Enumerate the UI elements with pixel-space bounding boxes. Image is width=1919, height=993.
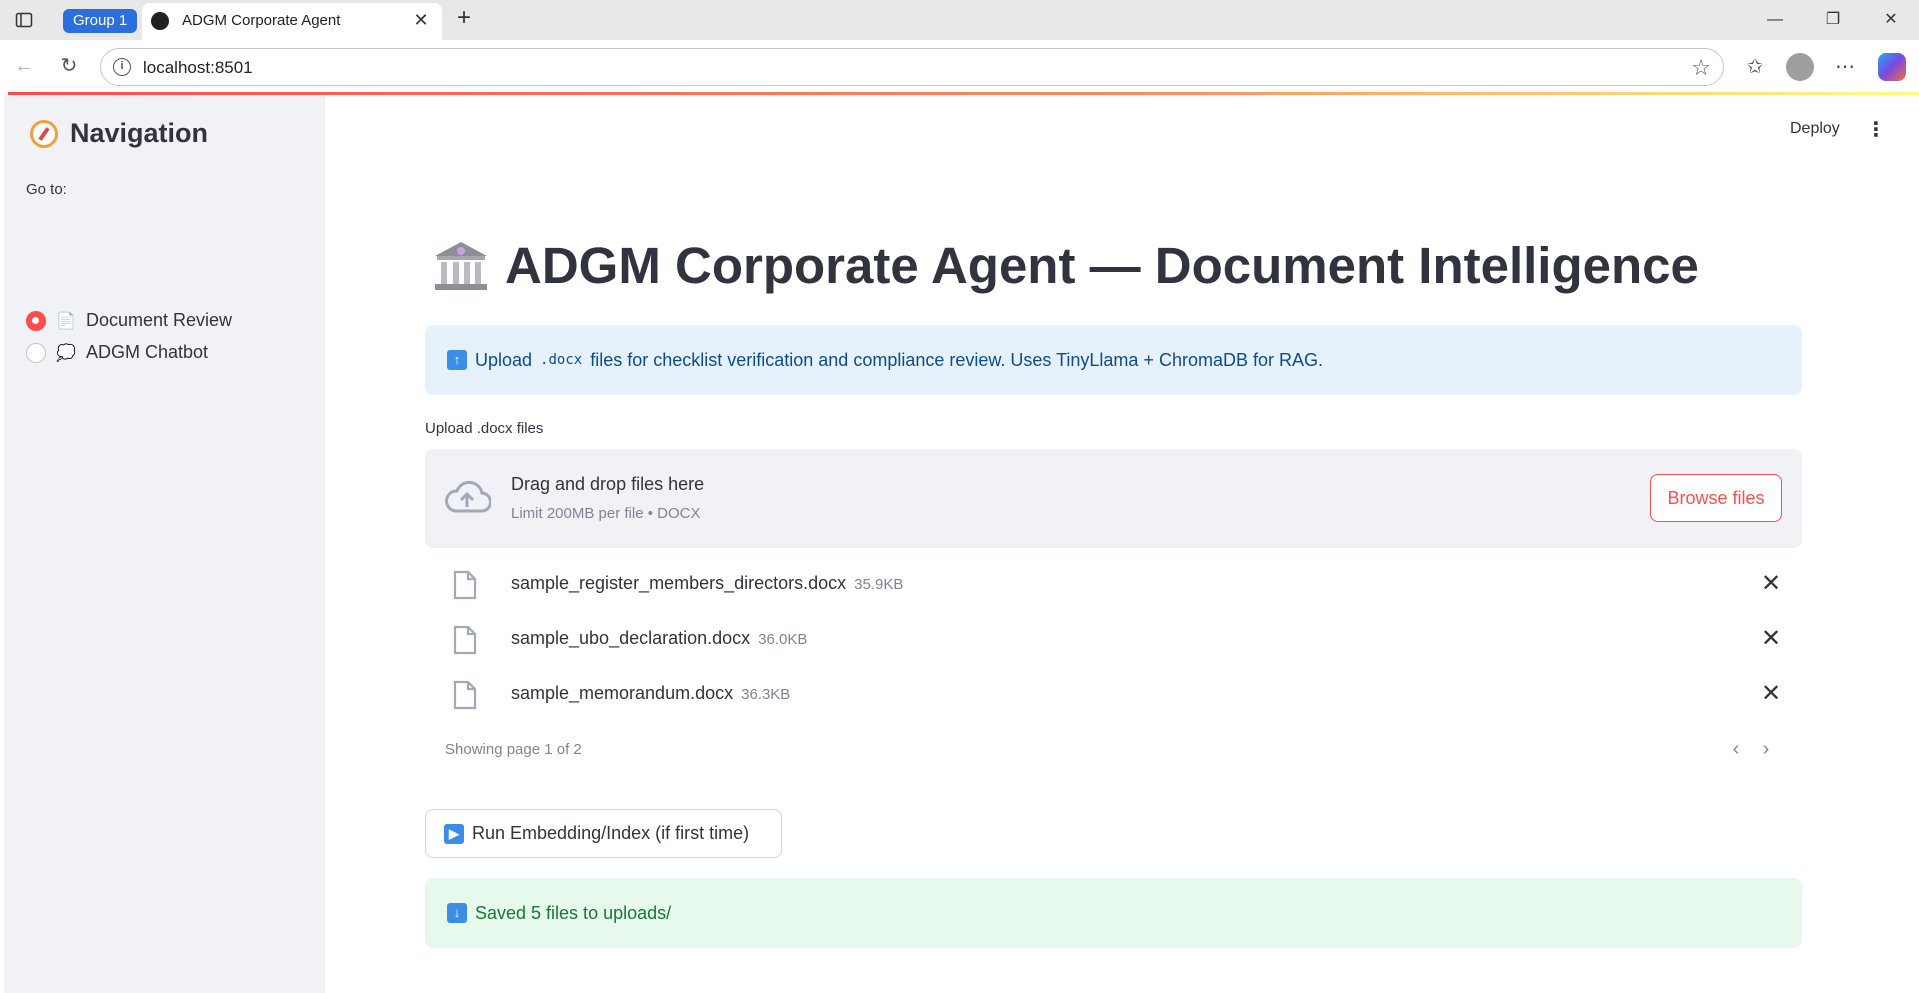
sidebar-title: Navigation xyxy=(30,118,208,149)
pagination-text: Showing page 1 of 2 xyxy=(445,741,582,758)
success-text: Saved 5 files to uploads/ xyxy=(475,902,672,923)
site-info-icon[interactable]: i xyxy=(113,58,131,76)
main-menu-icon[interactable]: ⋮ xyxy=(1866,118,1886,142)
radio-button[interactable] xyxy=(26,342,46,363)
remove-file-icon[interactable]: ✕ xyxy=(1758,681,1784,707)
radio-option-label[interactable]: Document Review xyxy=(86,310,232,331)
browse-files-button[interactable]: Browse files xyxy=(1650,474,1782,522)
remove-file-icon[interactable]: ✕ xyxy=(1758,626,1784,652)
arrow-up-icon: ↑ xyxy=(447,350,467,370)
uploaded-file-row: sample_memorandum.docx 36.3KB ✕ xyxy=(425,675,1802,715)
play-icon: ▶ xyxy=(444,823,464,844)
profile-avatar[interactable] xyxy=(1786,53,1814,81)
info-code: .docx xyxy=(540,352,583,368)
back-icon[interactable]: ← xyxy=(10,52,38,80)
info-suffix: files for checklist verification and com… xyxy=(590,349,1323,370)
sidebar xyxy=(4,95,325,993)
radio-group-label: Go to: xyxy=(26,181,67,198)
radio-button-selected[interactable] xyxy=(26,310,46,331)
file-icon xyxy=(453,680,477,710)
info-alert: ↑ Upload .docx files for checklist verif… xyxy=(425,325,1802,395)
page-title-text: ADGM Corporate Agent — Document Intellig… xyxy=(505,237,1699,294)
sidebar-title-text: Navigation xyxy=(70,118,209,148)
info-prefix: Upload xyxy=(475,349,533,370)
file-icon xyxy=(453,570,477,600)
file-name: sample_register_members_directors.docx xyxy=(511,573,847,593)
radio-option-adgm-chatbot[interactable]: 💭 ADGM Chatbot xyxy=(26,342,208,363)
file-name: sample_ubo_declaration.docx xyxy=(511,628,751,648)
arrow-down-icon: ↓ xyxy=(447,903,467,923)
tab-group-chip[interactable]: Group 1 xyxy=(63,9,138,33)
file-size: 35.9KB xyxy=(854,576,904,593)
more-options-icon[interactable]: ⋯ xyxy=(1832,54,1858,80)
browser-toolbar: ← ↻ i localhost:8501 ☆ ✩ ⋯ xyxy=(0,40,1919,94)
url-text[interactable]: localhost:8501 xyxy=(143,58,253,78)
new-tab-icon[interactable]: + xyxy=(451,6,477,32)
next-page-icon[interactable]: › xyxy=(1755,737,1777,761)
radio-option-label[interactable]: ADGM Chatbot xyxy=(86,342,208,363)
compass-icon xyxy=(30,119,58,148)
uploader-label: Upload .docx files xyxy=(425,420,544,437)
page-title: ADGM Corporate Agent — Document Intellig… xyxy=(433,236,1699,295)
dropzone-limit: Limit 200MB per file • DOCX xyxy=(511,505,701,522)
radio-option-document-review[interactable]: 📄 Document Review xyxy=(26,310,232,331)
file-name: sample_memorandum.docx xyxy=(511,683,734,703)
success-alert: ↓ Saved 5 files to uploads/ xyxy=(425,878,1802,948)
restore-icon[interactable]: ❐ xyxy=(1820,8,1846,32)
close-tab-icon[interactable]: ✕ xyxy=(410,9,432,31)
browser-tab-active[interactable]: ADGM Corporate Agent ✕ xyxy=(142,3,442,40)
remove-file-icon[interactable]: ✕ xyxy=(1758,571,1784,597)
file-size: 36.3KB xyxy=(741,686,791,703)
page-facing-up-icon: 📄 xyxy=(56,312,76,330)
uploaded-file-row: sample_register_members_directors.docx 35… xyxy=(425,565,1802,605)
tab-title: ADGM Corporate Agent xyxy=(182,12,341,29)
deploy-button[interactable]: Deploy xyxy=(1790,120,1840,138)
cloud-upload-icon xyxy=(445,480,491,513)
favorites-icon[interactable]: ✩ xyxy=(1742,54,1768,80)
speech-bubble-icon: 💭 xyxy=(56,344,76,362)
reload-icon[interactable]: ↻ xyxy=(55,52,83,80)
previous-page-icon[interactable]: ‹ xyxy=(1725,737,1747,761)
dropzone-title: Drag and drop files here xyxy=(511,474,705,494)
address-bar[interactable]: i localhost:8501 ☆ xyxy=(100,48,1724,86)
file-icon xyxy=(453,625,477,655)
tab-actions-icon[interactable] xyxy=(12,8,36,32)
minimize-icon[interactable]: — xyxy=(1762,8,1788,32)
uploaded-file-row: sample_ubo_declaration.docx 36.0KB ✕ xyxy=(425,620,1802,660)
close-window-icon[interactable]: ✕ xyxy=(1878,8,1904,32)
copilot-icon[interactable] xyxy=(1878,53,1906,81)
browser-tab-bar: Group 1 ADGM Corporate Agent ✕ + — ❐ ✕ xyxy=(0,0,1919,40)
bookmark-star-icon[interactable]: ☆ xyxy=(1691,55,1711,81)
file-dropzone[interactable]: Drag and drop files here Limit 200MB per… xyxy=(425,449,1802,548)
run-embedding-button[interactable]: ▶ Run Embedding/Index (if first time) xyxy=(425,809,782,858)
streamlit-favicon-icon xyxy=(151,12,169,30)
file-size: 36.0KB xyxy=(758,631,808,648)
run-embedding-label: Run Embedding/Index (if first time) xyxy=(472,823,750,843)
bank-building-icon xyxy=(433,240,489,292)
